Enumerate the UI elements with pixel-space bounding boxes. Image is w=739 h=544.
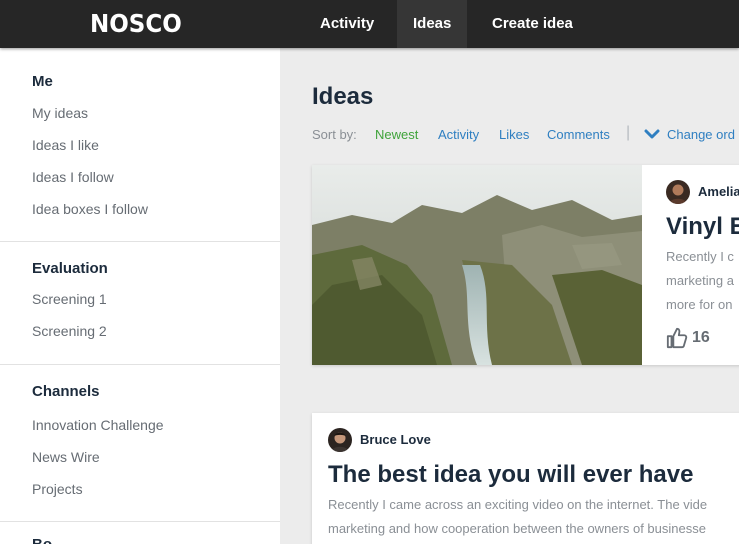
avatar[interactable] bbox=[328, 428, 352, 452]
sidebar-divider bbox=[0, 241, 280, 242]
top-navigation-bar: NOSCO Activity Ideas Create idea bbox=[0, 0, 739, 48]
sidebar-item-ideas-i-follow[interactable]: Ideas I follow bbox=[32, 169, 114, 185]
sort-option-likes[interactable]: Likes bbox=[499, 127, 529, 142]
sidebar-item-projects[interactable]: Projects bbox=[32, 481, 83, 497]
sort-separator: | bbox=[626, 124, 631, 141]
sidebar-heading-evaluation: Evaluation bbox=[32, 260, 108, 277]
like-count: 16 bbox=[692, 329, 710, 346]
thumbs-up-icon bbox=[666, 327, 688, 349]
page-title: Ideas bbox=[312, 83, 374, 110]
sidebar-item-news-wire[interactable]: News Wire bbox=[32, 449, 100, 465]
sidebar-divider bbox=[0, 364, 280, 365]
sort-option-comments[interactable]: Comments bbox=[547, 127, 610, 142]
sidebar-item-ideas-i-like[interactable]: Ideas I like bbox=[32, 137, 99, 153]
nosco-logo[interactable]: NOSCO bbox=[90, 9, 182, 39]
idea-cover-image[interactable] bbox=[312, 165, 642, 365]
idea-excerpt-line: more for on bbox=[666, 297, 733, 312]
sidebar-item-my-ideas[interactable]: My ideas bbox=[32, 105, 88, 121]
idea-excerpt-line: marketing a bbox=[666, 273, 734, 288]
sidebar-item-innovation-challenge[interactable]: Innovation Challenge bbox=[32, 417, 164, 433]
change-order-link[interactable]: Change ord bbox=[667, 127, 735, 142]
idea-excerpt-line: Recently I came across an exciting video… bbox=[328, 497, 708, 512]
idea-excerpt-line: Recently I c bbox=[666, 249, 734, 264]
idea-card[interactable]: Amelia Vinyl E Recently I c marketing a … bbox=[312, 165, 739, 365]
author-name[interactable]: Amelia bbox=[698, 184, 739, 199]
idea-excerpt-line: marketing and how cooperation between th… bbox=[328, 521, 706, 536]
sort-by-label: Sort by: bbox=[312, 127, 357, 142]
sidebar-item-screening-1[interactable]: Screening 1 bbox=[32, 291, 107, 307]
sidebar-heading-channels: Channels bbox=[32, 383, 100, 400]
nav-activity[interactable]: Activity bbox=[304, 0, 390, 48]
sort-option-activity[interactable]: Activity bbox=[438, 127, 479, 142]
idea-card[interactable]: Bruce Love The best idea you will ever h… bbox=[312, 413, 739, 544]
chevron-down-icon[interactable] bbox=[644, 128, 660, 140]
idea-title[interactable]: Vinyl E bbox=[666, 213, 739, 241]
avatar[interactable] bbox=[666, 180, 690, 204]
nav-ideas[interactable]: Ideas bbox=[397, 0, 468, 48]
author-name[interactable]: Bruce Love bbox=[360, 432, 431, 447]
sidebar-heading-me: Me bbox=[32, 73, 53, 90]
sidebar-item-screening-2[interactable]: Screening 2 bbox=[32, 323, 107, 339]
sidebar-heading-partial: Bo... bbox=[32, 536, 65, 544]
sidebar-divider bbox=[0, 521, 280, 522]
sidebar-item-idea-boxes-i-follow[interactable]: Idea boxes I follow bbox=[32, 201, 148, 217]
nav-create-idea[interactable]: Create idea bbox=[476, 0, 589, 48]
sort-option-newest[interactable]: Newest bbox=[375, 127, 418, 142]
sidebar: Me My ideas Ideas I like Ideas I follow … bbox=[0, 48, 280, 544]
idea-title[interactable]: The best idea you will ever have bbox=[328, 461, 693, 489]
